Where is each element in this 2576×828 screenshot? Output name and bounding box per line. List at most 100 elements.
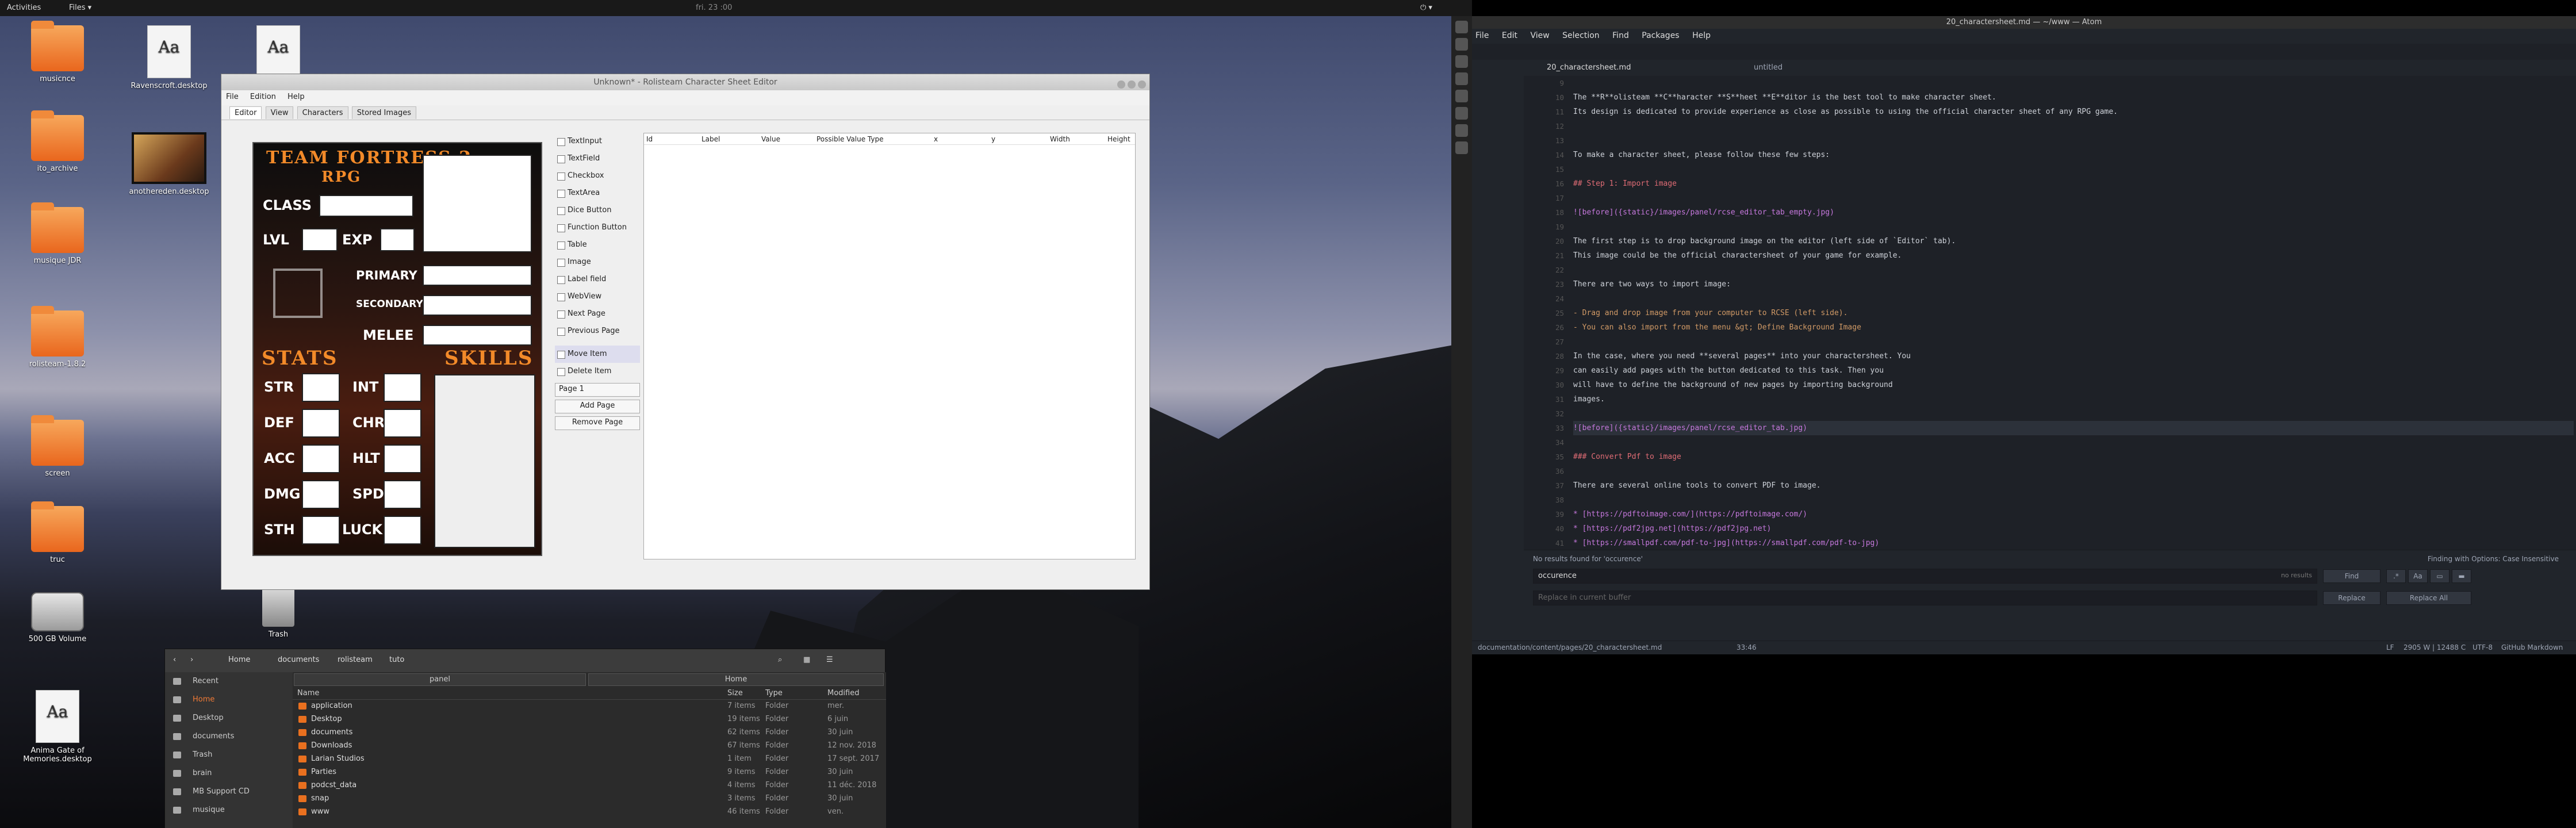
file-row[interactable]: www 46 items Folder ven. <box>293 806 886 819</box>
dock-app-icon[interactable] <box>1455 38 1468 51</box>
code-line[interactable]: ## Step 1: Import image <box>1573 177 2574 191</box>
code-line[interactable] <box>1573 133 2574 148</box>
tool-image[interactable]: Image <box>555 254 640 271</box>
field-hlt[interactable] <box>384 444 421 473</box>
word-option-button[interactable]: ▬ <box>2452 569 2471 583</box>
code-line[interactable] <box>1573 76 2574 90</box>
tool-function-button[interactable]: Function Button <box>555 219 640 236</box>
menu-help[interactable]: Help <box>288 93 305 101</box>
item-properties-table[interactable]: Id Label Value Possible Value Type x y W… <box>643 133 1136 559</box>
sidebar-item-mb-support-cd[interactable]: MB Support CD <box>165 783 293 801</box>
col-label[interactable]: Label <box>702 135 720 143</box>
selection-option-button[interactable]: ▭ <box>2430 569 2450 583</box>
tool-label-field[interactable]: Label field <box>555 271 640 288</box>
find-button[interactable]: Find <box>2323 569 2380 583</box>
desktop-icon-folder[interactable]: screen <box>12 415 103 478</box>
remove-page-button[interactable]: Remove Page <box>555 416 640 430</box>
code-line[interactable] <box>1573 493 2574 507</box>
field-exp[interactable] <box>380 228 415 251</box>
tool-dice-button[interactable]: Dice Button <box>555 202 640 219</box>
col-value[interactable]: Value <box>761 135 780 143</box>
path-home[interactable]: Home <box>228 656 250 664</box>
field-primary[interactable] <box>423 265 532 286</box>
tool-previous-page[interactable]: Previous Page <box>555 323 640 340</box>
desktop-icon-folder[interactable]: truc <box>12 501 103 564</box>
code-line[interactable] <box>1573 435 2574 450</box>
field-str[interactable] <box>302 373 340 402</box>
desktop-icon-launcher[interactable]: anothereden.desktop <box>123 132 215 196</box>
add-page-button[interactable]: Add Page <box>555 400 640 413</box>
code-line[interactable] <box>1573 162 2574 177</box>
tool-table[interactable]: Table <box>555 236 640 254</box>
field-luck[interactable] <box>384 516 421 545</box>
tool-textinput[interactable]: TextInput <box>555 133 640 150</box>
dock-app-icon[interactable] <box>1455 124 1468 137</box>
desktop-icon-trash[interactable]: Trash <box>232 586 324 639</box>
field-spd[interactable] <box>384 480 421 509</box>
tree-view[interactable] <box>1472 60 1524 646</box>
code-line[interactable]: In the case, where you need **several pa… <box>1573 349 2574 363</box>
col-size[interactable]: Size <box>727 689 743 697</box>
col-name[interactable]: Name <box>297 689 319 697</box>
activities-button[interactable]: Activities <box>7 3 41 12</box>
col-type[interactable]: Type <box>765 689 783 697</box>
file-row[interactable]: snap 3 items Folder 30 juin <box>293 792 886 806</box>
tab-characters[interactable]: Characters <box>297 106 348 119</box>
pane-left-path[interactable]: panel <box>294 673 586 686</box>
code-line[interactable]: * [https://pdftoimage.com/](https://pdft… <box>1573 507 2574 522</box>
dock-app-icon[interactable] <box>1455 90 1468 102</box>
dock-app-icon[interactable] <box>1455 107 1468 120</box>
menu-view[interactable]: View <box>1530 31 1549 40</box>
file-row[interactable]: Larian Studios 1 item Folder 17 sept. 2017 <box>293 753 886 766</box>
menu-icon[interactable]: ☰ <box>826 656 833 664</box>
menu-selection[interactable]: Selection <box>1562 31 1600 40</box>
sidebar-item-musique[interactable]: musique <box>165 801 293 819</box>
code-line[interactable]: images. <box>1573 392 2574 407</box>
col-id[interactable]: Id <box>646 135 653 143</box>
code-line[interactable]: ### Convert Pdf to image <box>1573 450 2574 464</box>
field-chr[interactable] <box>384 409 421 438</box>
field-def[interactable] <box>302 409 340 438</box>
desktop-icon-folder[interactable]: rolisteam-1.8.2 <box>12 306 103 369</box>
tool-next-page[interactable]: Next Page <box>555 305 640 323</box>
sidebar-item-home[interactable]: Home <box>165 691 293 709</box>
col-height[interactable]: Height <box>1107 135 1130 143</box>
menu-edition[interactable]: Edition <box>250 93 276 101</box>
code-line[interactable]: There are two ways to import image: <box>1573 277 2574 292</box>
view-grid-icon[interactable]: ▦ <box>803 656 810 664</box>
code-line[interactable]: ![before]({static}/images/panel/rcse_edi… <box>1573 421 2574 435</box>
tool-textarea[interactable]: TextArea <box>555 185 640 202</box>
code-line[interactable]: * [https://pdf2jpg.net](https://pdf2jpg.… <box>1573 522 2574 536</box>
editor-text[interactable]: The **R**olisteam **C**haracter **S**hee… <box>1573 76 2574 547</box>
app-menu[interactable]: Files ▾ <box>69 3 91 12</box>
code-line[interactable]: can easily add pages with the button ded… <box>1573 363 2574 378</box>
col-width[interactable]: Width <box>1050 135 1070 143</box>
encoding[interactable]: UTF-8 <box>2472 643 2493 651</box>
file-row[interactable]: Parties 9 items Folder 30 juin <box>293 766 886 779</box>
pane-right-path[interactable]: Home <box>588 673 884 686</box>
desktop-icon-folder[interactable]: musicnce <box>12 21 103 83</box>
replace-input[interactable]: Replace in current buffer <box>1533 591 2317 605</box>
regex-option-button[interactable]: .* <box>2386 569 2406 583</box>
field-acc[interactable] <box>302 444 340 473</box>
menu-file[interactable]: File <box>1475 31 1489 40</box>
field-secondary[interactable] <box>423 295 532 316</box>
sidebar-item-recent[interactable]: Recent <box>165 672 293 691</box>
tool-webview[interactable]: WebView <box>555 288 640 305</box>
file-path[interactable]: documentation/content/pages/20_character… <box>1478 643 1662 651</box>
code-line[interactable]: The **R**olisteam **C**haracter **S**hee… <box>1573 90 2574 105</box>
path-tuto[interactable]: tuto <box>389 656 404 664</box>
code-line[interactable]: * [https://smallpdf.com/pdf-to-jpg](http… <box>1573 536 2574 547</box>
code-line[interactable] <box>1573 464 2574 478</box>
code-line[interactable] <box>1573 119 2574 133</box>
clock[interactable]: fri. 23 :00 <box>696 3 732 12</box>
sidebar-item-brain[interactable]: brain <box>165 764 293 783</box>
code-line[interactable]: ![before]({static}/images/panel/rcse_edi… <box>1573 205 2574 220</box>
col-possible-value-type[interactable]: Possible Value Type <box>816 135 883 143</box>
search-icon[interactable]: ⌕ <box>778 656 782 664</box>
code-line[interactable]: To make a character sheet, please follow… <box>1573 148 2574 162</box>
field-lvl[interactable] <box>302 228 338 251</box>
code-line[interactable]: This image could be the official charact… <box>1573 248 2574 263</box>
file-row[interactable]: Downloads 67 items Folder 12 nov. 2018 <box>293 739 886 753</box>
tab-untitled[interactable]: untitled <box>1754 63 1782 72</box>
